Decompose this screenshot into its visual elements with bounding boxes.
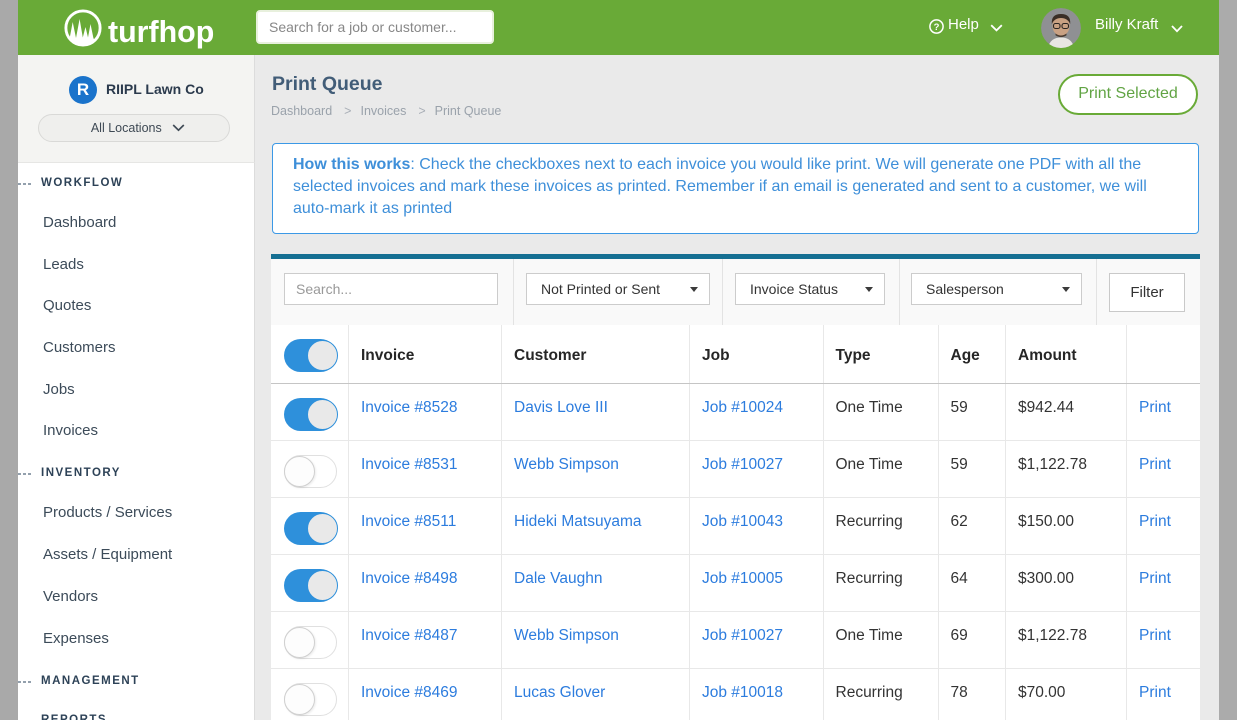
svg-text:?: ?: [934, 22, 940, 33]
